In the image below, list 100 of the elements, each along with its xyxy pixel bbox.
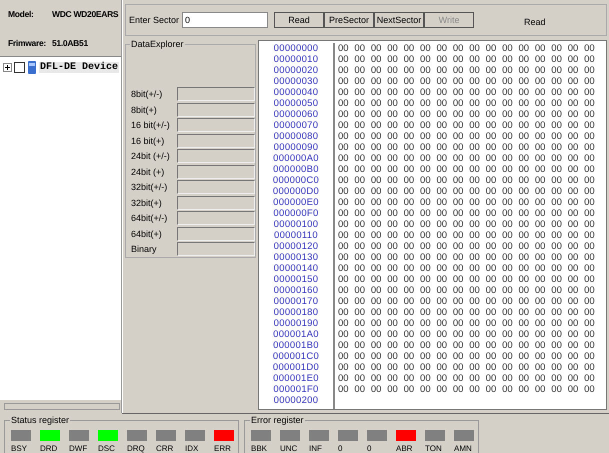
hex-bytes: 00 00 00 00 00 00 00 00 00 00 00 00 00 00 00 00 bbox=[338, 296, 596, 307]
hex-address: 000000C0 bbox=[272, 175, 320, 186]
register-bit-label: 0 bbox=[338, 444, 342, 453]
field-label: 32bit(+/-) bbox=[131, 182, 168, 192]
sector-label: Enter Sector bbox=[129, 15, 180, 25]
hex-bytes: 00 00 00 00 00 00 00 00 00 00 00 00 00 00 00 00 bbox=[338, 186, 596, 197]
field-label: 8bit(+/-) bbox=[131, 89, 162, 99]
hex-bytes: 00 00 00 00 00 00 00 00 00 00 00 00 00 00 00 00 bbox=[338, 230, 596, 241]
field-label: 16 bit(+) bbox=[131, 136, 164, 146]
firmware-label: Frimware: bbox=[8, 38, 46, 48]
value-field[interactable] bbox=[177, 196, 255, 210]
register-bit-label: CRR bbox=[156, 444, 174, 453]
value-field[interactable] bbox=[177, 118, 255, 132]
hex-address: 000000D0 bbox=[272, 186, 320, 197]
hex-address: 000001E0 bbox=[273, 373, 319, 384]
field-label: 64bit(+/-) bbox=[131, 213, 168, 223]
hex-bytes: 00 00 00 00 00 00 00 00 00 00 00 00 00 00 00 00 bbox=[338, 384, 596, 395]
hex-address: 000000A0 bbox=[273, 153, 319, 164]
value-field[interactable] bbox=[177, 149, 255, 163]
register-bit-label: DWF bbox=[69, 444, 88, 453]
toolbar-button[interactable]: Read bbox=[274, 12, 324, 28]
hex-address: 00000090 bbox=[274, 142, 318, 153]
register-bit-label: DRD bbox=[40, 444, 58, 453]
register-bit-label: DRQ bbox=[127, 444, 145, 453]
hex-address: 00000050 bbox=[274, 98, 318, 109]
hex-address: 00000110 bbox=[274, 230, 318, 241]
hex-bytes: 00 00 00 00 00 00 00 00 00 00 00 00 00 00 00 00 bbox=[338, 252, 596, 263]
hex-address: 00000130 bbox=[274, 252, 318, 263]
register-bit-label: UNC bbox=[280, 444, 298, 453]
field-label: 24bit (+/-) bbox=[131, 151, 170, 161]
hex-bytes: 00 00 00 00 00 00 00 00 00 00 00 00 00 00 00 00 bbox=[338, 76, 596, 87]
group-title: Error register bbox=[250, 415, 305, 425]
group-title: Status register bbox=[10, 415, 70, 425]
tree-checkbox[interactable] bbox=[14, 62, 25, 72]
hex-bytes: 00 00 00 00 00 00 00 00 00 00 00 00 00 00 00 00 bbox=[338, 164, 596, 175]
value-field[interactable] bbox=[177, 242, 255, 256]
field-label: Binary bbox=[131, 244, 157, 254]
hex-bytes: 00 00 00 00 00 00 00 00 00 00 00 00 00 00 00 00 bbox=[338, 54, 596, 65]
toolbar-button[interactable]: NextSector bbox=[374, 12, 424, 28]
register-bit-label: IDX bbox=[185, 444, 198, 453]
value-field[interactable] bbox=[177, 180, 255, 194]
hex-address: 000000E0 bbox=[273, 197, 319, 208]
value-field[interactable] bbox=[177, 164, 255, 178]
value-field[interactable] bbox=[177, 102, 255, 116]
hex-address: 00000190 bbox=[274, 318, 318, 329]
hex-bytes: 00 00 00 00 00 00 00 00 00 00 00 00 00 00 00 00 bbox=[338, 87, 596, 98]
register-bit-label: TON bbox=[425, 444, 442, 453]
hex-address: 000001F0 bbox=[273, 384, 319, 395]
sector-input[interactable]: 0 bbox=[182, 12, 268, 28]
status-text: Read bbox=[524, 17, 546, 27]
hex-address: 00000140 bbox=[274, 263, 318, 274]
hex-bytes: 00 00 00 00 00 00 00 00 00 00 00 00 00 00 00 00 bbox=[338, 285, 596, 296]
register-bit-label: INF bbox=[309, 444, 322, 453]
firmware-value: 51.0AB51 bbox=[52, 38, 88, 48]
hex-bytes: 00 00 00 00 00 00 00 00 00 00 00 00 00 00 00 00 bbox=[338, 208, 596, 219]
hex-bytes: 00 00 00 00 00 00 00 00 00 00 00 00 00 00 00 00 bbox=[338, 263, 596, 274]
toolbar-button[interactable]: PreSector bbox=[324, 12, 374, 28]
hex-bytes: 00 00 00 00 00 00 00 00 00 00 00 00 00 00 00 00 bbox=[338, 329, 596, 340]
hex-bytes: 00 00 00 00 00 00 00 00 00 00 00 00 00 00 00 00 bbox=[338, 340, 596, 351]
value-field[interactable] bbox=[177, 211, 255, 225]
hex-address: 00000100 bbox=[274, 219, 318, 230]
hex-bytes: 00 00 00 00 00 00 00 00 00 00 00 00 00 00 00 00 bbox=[338, 98, 596, 109]
register-bit-label: 0 bbox=[367, 444, 372, 453]
hex-address: 00000030 bbox=[274, 76, 318, 87]
hex-bytes: 00 00 00 00 00 00 00 00 00 00 00 00 00 00 00 00 bbox=[338, 120, 596, 131]
hex-address: 000001A0 bbox=[273, 329, 319, 340]
hex-bytes: 00 00 00 00 00 00 00 00 00 00 00 00 00 00 00 00 bbox=[338, 109, 596, 120]
register-bit-label: AMN bbox=[454, 444, 472, 453]
value-field[interactable] bbox=[177, 226, 255, 240]
field-label: 24bit (+) bbox=[131, 166, 164, 176]
hex-bytes: 00 00 00 00 00 00 00 00 00 00 00 00 00 00 00 00 bbox=[338, 318, 596, 329]
field-label: 16 bit(+/-) bbox=[131, 120, 170, 130]
hex-bytes: 00 00 00 00 00 00 00 00 00 00 00 00 00 00 00 00 bbox=[338, 351, 596, 362]
expand-icon[interactable] bbox=[3, 62, 12, 72]
drive-icon bbox=[27, 60, 37, 74]
hex-bytes: 00 00 00 00 00 00 00 00 00 00 00 00 00 00 00 00 bbox=[338, 307, 596, 318]
hex-bytes: 00 00 00 00 00 00 00 00 00 00 00 00 00 00 00 00 bbox=[338, 65, 596, 76]
hex-address: 000000F0 bbox=[273, 208, 319, 219]
hex-bytes: 00 00 00 00 00 00 00 00 00 00 00 00 00 00 00 00 bbox=[338, 197, 596, 208]
hex-address: 000001B0 bbox=[273, 340, 319, 351]
field-label: 32bit(+) bbox=[131, 198, 162, 208]
register-bit-label: BBK bbox=[251, 444, 268, 453]
hex-address: 00000000 bbox=[274, 43, 318, 54]
register-bit-label: BSY bbox=[11, 444, 28, 453]
value-field[interactable] bbox=[177, 134, 255, 148]
hex-bytes: 00 00 00 00 00 00 00 00 00 00 00 00 00 00 00 00 bbox=[338, 142, 596, 153]
model-label: Model: bbox=[8, 9, 34, 20]
hex-address: 00000200 bbox=[274, 395, 318, 406]
hex-address: 00000170 bbox=[274, 296, 318, 307]
register-bit-label: ABR bbox=[396, 444, 412, 453]
group-title: DataExplorer bbox=[130, 39, 185, 49]
hex-bytes: 00 00 00 00 00 00 00 00 00 00 00 00 00 00 00 00 bbox=[338, 131, 596, 142]
hex-address: 00000180 bbox=[274, 307, 318, 318]
hex-address: 00000020 bbox=[274, 65, 318, 76]
hex-address: 000001D0 bbox=[272, 362, 320, 373]
hex-bytes: 00 00 00 00 00 00 00 00 00 00 00 00 00 00 00 00 bbox=[338, 219, 596, 230]
hex-address: 00000060 bbox=[274, 109, 318, 120]
tree-item[interactable]: DFL-DE Device bbox=[39, 62, 120, 72]
hex-address: 00000080 bbox=[274, 131, 318, 142]
value-field[interactable] bbox=[177, 87, 255, 101]
